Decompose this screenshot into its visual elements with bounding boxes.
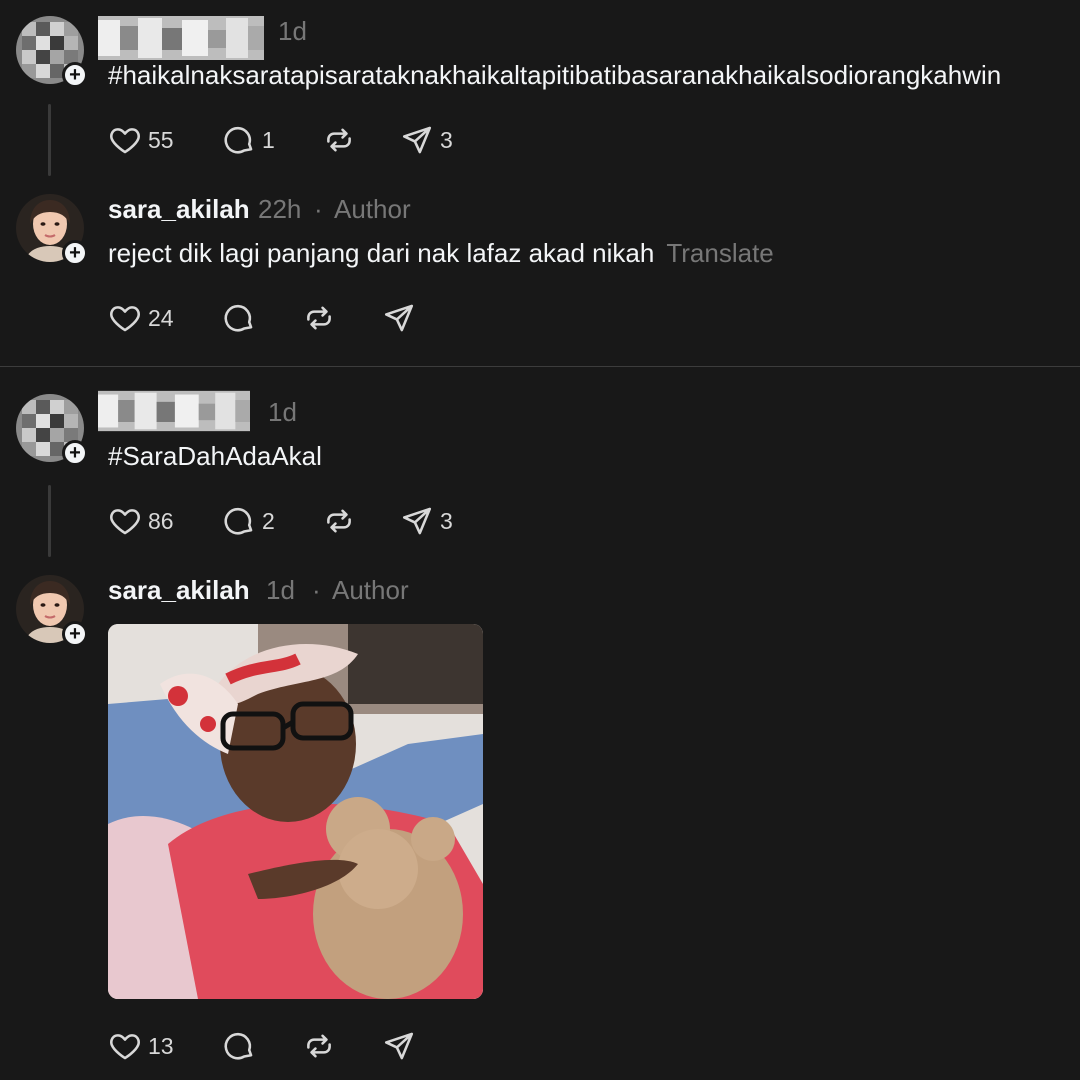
heart-icon <box>108 123 142 157</box>
comment-icon <box>222 504 256 538</box>
like-button[interactable]: 55 <box>108 120 174 160</box>
share-button[interactable] <box>382 298 416 338</box>
repost-icon <box>302 1029 336 1063</box>
like-button[interactable]: 13 <box>108 1026 174 1066</box>
reply-text-row: reject dik lagi panjang dari nak lafaz a… <box>108 238 774 269</box>
heart-icon <box>108 504 142 538</box>
reply-username[interactable]: sara_akilah <box>108 194 250 225</box>
share-count: 3 <box>440 126 453 153</box>
share-count: 3 <box>440 507 453 534</box>
post-time: 1d <box>278 16 307 46</box>
post-time: 1d <box>268 397 297 427</box>
send-icon <box>382 1029 416 1063</box>
plus-icon[interactable]: + <box>62 240 88 266</box>
comment-icon <box>222 123 256 157</box>
reply-button[interactable]: 1 <box>222 120 275 160</box>
repost-icon <box>302 301 336 335</box>
plus-icon[interactable]: + <box>62 440 88 466</box>
like-button[interactable]: 24 <box>108 298 174 338</box>
send-icon <box>382 301 416 335</box>
blurred-username <box>98 16 264 60</box>
like-count: 55 <box>148 126 174 153</box>
plus-icon[interactable]: + <box>62 62 88 88</box>
reply-count: 2 <box>262 507 275 534</box>
repost-button[interactable] <box>302 298 336 338</box>
thread-1: + 1d #haikalnaksaratapisarataknakhaikalt… <box>0 0 1080 366</box>
like-count: 86 <box>148 507 174 534</box>
translate-link[interactable]: Translate <box>666 238 773 268</box>
reply-time: 22h <box>258 194 302 224</box>
author-badge: Author <box>332 575 409 605</box>
share-button[interactable] <box>382 1026 416 1066</box>
heart-icon <box>108 301 142 335</box>
reply-button[interactable]: 2 <box>222 501 275 541</box>
reply-gif[interactable] <box>108 624 483 999</box>
avatar[interactable]: + <box>16 16 88 88</box>
repost-button[interactable] <box>302 1026 336 1066</box>
repost-icon <box>322 504 356 538</box>
thread-line <box>48 485 51 557</box>
reply-time: 1d <box>266 575 295 605</box>
post-text: #haikalnaksaratapisarataknakhaikaltapiti… <box>108 60 1002 90</box>
repost-icon <box>322 123 356 157</box>
share-button[interactable]: 3 <box>400 120 453 160</box>
reply-username[interactable]: sara_akilah <box>108 575 250 606</box>
heart-icon <box>108 1029 142 1063</box>
repost-button[interactable] <box>322 120 356 160</box>
like-count: 13 <box>148 1032 174 1059</box>
like-button[interactable]: 86 <box>108 501 174 541</box>
avatar[interactable]: + <box>16 194 88 266</box>
reply-button[interactable] <box>222 1026 256 1066</box>
avatar[interactable]: + <box>16 394 88 466</box>
thread-line <box>48 104 51 176</box>
blurred-username <box>98 389 250 433</box>
comment-icon <box>222 1029 256 1063</box>
reply-text: reject dik lagi panjang dari nak lafaz a… <box>108 238 655 268</box>
author-badge: Author <box>334 194 411 224</box>
meta-separator: · <box>314 194 323 224</box>
send-icon <box>400 123 434 157</box>
repost-button[interactable] <box>322 501 356 541</box>
like-count: 24 <box>148 304 174 331</box>
reply-count: 1 <box>262 126 275 153</box>
send-icon <box>400 504 434 538</box>
share-button[interactable]: 3 <box>400 501 453 541</box>
plus-icon[interactable]: + <box>62 621 88 647</box>
comment-icon <box>222 301 256 335</box>
avatar[interactable]: + <box>16 575 88 647</box>
gif-image <box>108 624 483 999</box>
thread-2: + 1d #SaraDahAdaAkal 86 2 3 + sara_akila… <box>0 367 1080 1080</box>
reply-button[interactable] <box>222 298 256 338</box>
post-text: #SaraDahAdaAkal <box>108 441 322 471</box>
meta-separator: · <box>312 575 321 605</box>
